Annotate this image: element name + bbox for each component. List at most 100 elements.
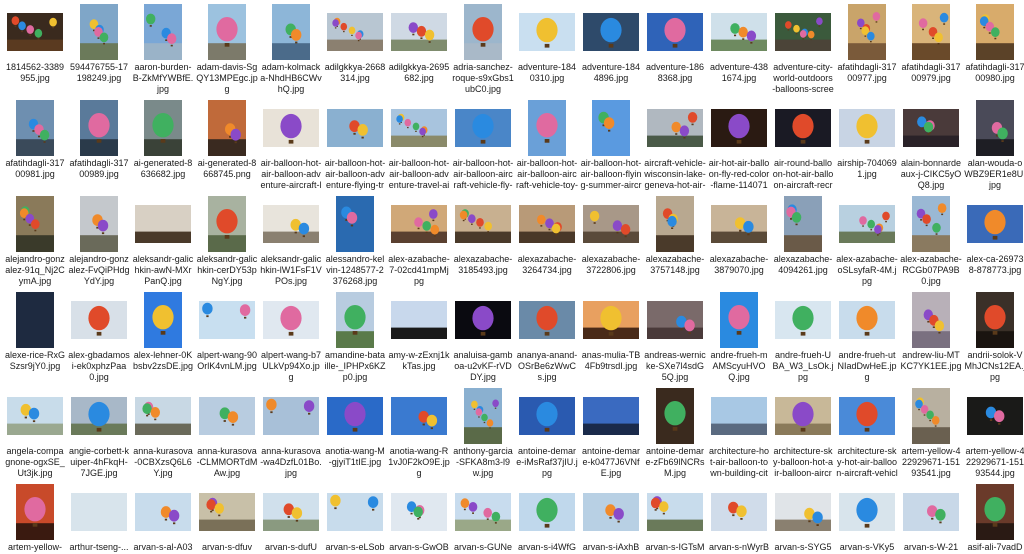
file-thumbnail[interactable] [967,100,1023,156]
file-tile[interactable]: arvan-s-IGTsMO... [644,484,706,554]
file-tile[interactable]: andrew-liu-MTKC7YK1EE.jpg [900,292,962,386]
file-thumbnail[interactable] [135,292,191,348]
file-thumbnail[interactable] [327,100,383,156]
file-thumbnail[interactable] [583,484,639,540]
file-thumbnail[interactable] [71,100,127,156]
file-tile[interactable]: alexazabache-3879070.jpg [708,196,770,290]
file-thumbnail[interactable] [135,100,191,156]
file-tile[interactable]: alex-ca-269738-878773.jpg [964,196,1024,290]
file-tile[interactable]: adventure-city-world-outdoors-balloons-s… [772,4,834,98]
file-thumbnail[interactable] [903,196,959,252]
file-thumbnail[interactable] [839,100,895,156]
file-tile[interactable]: adventure-1868368.jpg [644,4,706,98]
file-tile[interactable]: andrii-solok-VMhJCNs12EA.jpg [964,292,1024,386]
file-thumbnail[interactable] [71,388,127,444]
file-tile[interactable]: angela-compagnone-ogxSE_Ut3jk.jpg [4,388,66,482]
file-thumbnail[interactable] [391,196,447,252]
file-thumbnail[interactable] [327,484,383,540]
file-tile[interactable]: anthony-garcia-SFKA8m3-l9w.jpg [452,388,514,482]
file-thumbnail[interactable] [839,388,895,444]
file-tile[interactable]: afatihdagli-31700977.jpg [836,4,898,98]
file-tile[interactable]: andre-frueh-mAMScyuHVOQ.jpg [708,292,770,386]
file-tile[interactable]: adilgkkya-2668314.jpg [324,4,386,98]
file-tile[interactable]: arvan-s-nWyrB6... [708,484,770,554]
file-tile[interactable]: air-balloon-hot-air-balloon-aircraft-veh… [516,100,578,194]
file-thumbnail[interactable] [903,292,959,348]
file-tile[interactable]: air-balloon-hot-air-balloon-flying-summe… [580,100,642,194]
file-tile[interactable]: ananya-anand-OSrBe6zWwCs.jpg [516,292,578,386]
file-thumbnail[interactable] [647,4,703,60]
file-tile[interactable]: adam-davis-SgQY13MPEgc.jpg [196,4,258,98]
file-tile[interactable]: 594476755-17198249.jpg [68,4,130,98]
file-thumbnail[interactable] [711,484,767,540]
file-tile[interactable]: adam-kolmacka-NhdHB6CWvhQ.jpg [260,4,322,98]
file-tile[interactable]: alex-azabache-RCGb07PA9B0.jpg [900,196,962,290]
file-tile[interactable]: adventure-1844896.jpg [580,4,642,98]
file-thumbnail[interactable] [7,388,63,444]
file-thumbnail[interactable] [71,4,127,60]
file-thumbnail[interactable] [775,292,831,348]
file-thumbnail[interactable] [391,4,447,60]
file-thumbnail[interactable] [647,100,703,156]
file-thumbnail[interactable] [199,100,255,156]
file-thumbnail[interactable] [135,4,191,60]
file-thumbnail[interactable] [775,100,831,156]
file-tile[interactable]: alexe-rice-RxGSzsr9jY0.jpg [4,292,66,386]
file-tile[interactable]: adventure-4381674.jpg [708,4,770,98]
file-tile[interactable]: airship-7040691.jpg [836,100,898,194]
file-thumbnail[interactable] [967,388,1023,444]
file-thumbnail[interactable] [455,388,511,444]
file-tile[interactable]: artem-yellow-422929671-15193541.jpg [900,388,962,482]
file-tile[interactable]: air-balloon-hot-air-balloon-adventure-ai… [260,100,322,194]
file-tile[interactable]: adria-sanchez-roque-s9xGbs1ubC0.jpg [452,4,514,98]
file-tile[interactable]: alan-wouda-oWBZ9ER1e8U.jpg [964,100,1024,194]
file-thumbnail[interactable] [327,388,383,444]
file-thumbnail[interactable] [7,292,63,348]
file-thumbnail[interactable] [775,4,831,60]
file-tile[interactable]: artem-yellow-422929671-15193544.jpg [964,388,1024,482]
file-thumbnail[interactable] [71,484,127,540]
file-thumbnail[interactable] [7,196,63,252]
file-thumbnail[interactable] [903,388,959,444]
file-tile[interactable]: alexazabache-3264734.jpg [516,196,578,290]
file-tile[interactable]: arvan-s-VKy5L... [836,484,898,554]
file-thumbnail[interactable] [391,100,447,156]
file-tile[interactable]: air-hot-air-balloon-fly-red-color-flame-… [708,100,770,194]
file-thumbnail[interactable] [455,292,511,348]
file-tile[interactable]: anna-kurasova-wa4DzfL01Bo.jpg [260,388,322,482]
file-thumbnail[interactable] [263,484,319,540]
file-thumbnail[interactable] [711,292,767,348]
file-thumbnail[interactable] [455,484,511,540]
file-tile[interactable]: architecture-sky-balloon-hot-air-balloon… [772,388,834,482]
file-thumbnail[interactable] [135,388,191,444]
file-tile[interactable]: alex-azabache-oSLsyfaR-4M.jpg [836,196,898,290]
file-tile[interactable]: alexazabache-3722806.jpg [580,196,642,290]
file-tile[interactable]: architecture-hot-air-balloon-town-buildi… [708,388,770,482]
file-tile[interactable]: anas-mulia-TB4Fb9trsdI.jpg [580,292,642,386]
file-thumbnail[interactable] [199,484,255,540]
file-thumbnail[interactable] [647,484,703,540]
file-tile[interactable]: artem-yellow-4... [4,484,66,554]
file-thumbnail[interactable] [775,484,831,540]
file-thumbnail[interactable] [263,292,319,348]
file-thumbnail[interactable] [903,484,959,540]
file-tile[interactable]: arvan-s-i4WfGx... [516,484,578,554]
file-tile[interactable]: amy-w-zExnj1kkTas.jpg [388,292,450,386]
file-thumbnail[interactable] [583,4,639,60]
file-thumbnail[interactable] [7,4,63,60]
file-thumbnail[interactable] [263,100,319,156]
file-thumbnail[interactable] [327,4,383,60]
file-thumbnail[interactable] [711,196,767,252]
file-tile[interactable]: alexazabache-3757148.jpg [644,196,706,290]
file-tile[interactable]: adilgkkya-2695682.jpg [388,4,450,98]
file-tile[interactable]: anotia-wang-R1vJ0F2kO9E.jpg [388,388,450,482]
file-thumbnail[interactable] [391,388,447,444]
file-tile[interactable]: arvan-s-W-21M... [900,484,962,554]
file-tile[interactable]: air-balloon-hot-air-balloon-adventure-fl… [324,100,386,194]
file-thumbnail[interactable] [455,100,511,156]
file-thumbnail[interactable] [775,388,831,444]
file-tile[interactable]: aleksandr-galichkin-awN-MXrPanQ.jpg [132,196,194,290]
file-thumbnail[interactable] [391,292,447,348]
file-tile[interactable]: andreas-wernicke-SXe7l4sdG5Q.jpg [644,292,706,386]
file-thumbnail[interactable] [71,292,127,348]
